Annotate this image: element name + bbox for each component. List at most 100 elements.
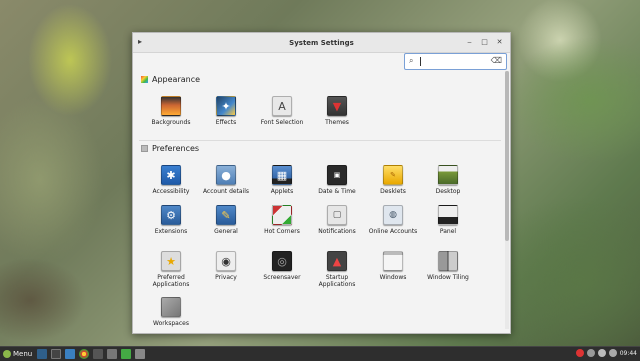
- item-label: Workspaces: [153, 320, 189, 327]
- hot-corners-icon: [272, 205, 292, 225]
- settings-item-notifications[interactable]: ▢ Notifications: [309, 205, 365, 235]
- download-icon[interactable]: [107, 349, 118, 359]
- settings-item-themes[interactable]: ▼ Themes: [309, 96, 365, 126]
- clear-search-icon[interactable]: ⌫: [491, 56, 502, 65]
- search-input[interactable]: ⌕ ⌫: [404, 53, 507, 70]
- item-label: Windows: [379, 274, 407, 281]
- settings-item-applets[interactable]: ▦ Applets: [254, 165, 310, 195]
- section-title: Preferences: [152, 144, 200, 153]
- settings-item-hot-corners[interactable]: Hot Corners: [254, 205, 310, 235]
- section-appearance: Appearance: [141, 75, 200, 84]
- settings-item-desktop[interactable]: Desktop: [420, 165, 476, 195]
- screensaver-icon: ◎: [272, 251, 292, 271]
- item-label: Font Selection: [260, 119, 304, 126]
- item-label: Backgrounds: [151, 119, 191, 126]
- scrollbar[interactable]: [505, 71, 509, 329]
- settings-item-extensions[interactable]: ⚙ Extensions: [143, 205, 199, 235]
- item-label: Applets: [270, 188, 294, 195]
- settings-item-effects[interactable]: ✦ Effects: [198, 96, 254, 126]
- browser-icon[interactable]: [79, 349, 90, 359]
- text-cursor: [420, 57, 421, 66]
- accessibility-icon: ✱: [161, 165, 181, 185]
- backgrounds-icon: [161, 96, 181, 116]
- item-label: Online Accounts: [368, 228, 418, 235]
- volume-icon[interactable]: [597, 349, 606, 357]
- desklets-icon: ✎: [383, 165, 403, 185]
- item-label: Themes: [325, 119, 349, 126]
- taskbar: Menu 09:44: [0, 346, 640, 361]
- item-label: Accessibility: [152, 188, 190, 195]
- settings-item-desklets[interactable]: ✎ Desklets: [365, 165, 421, 195]
- menu-button[interactable]: Menu: [0, 350, 35, 358]
- section-preferences: Preferences: [141, 144, 199, 153]
- settings-item-workspaces[interactable]: Workspaces: [143, 297, 199, 327]
- account-details-icon: ●: [216, 165, 236, 185]
- item-label: Effects: [215, 119, 237, 126]
- item-label: Startup Applications: [318, 274, 356, 288]
- panel-icon: [438, 205, 458, 225]
- window-titlebar[interactable]: ▸ System Settings ‒ □ ✕: [133, 33, 510, 53]
- settings-item-online-accounts[interactable]: ◍ Online Accounts: [365, 205, 421, 235]
- item-label: General: [214, 228, 238, 235]
- settings-item-preferred-applications[interactable]: ★ Preferred Applications: [143, 251, 199, 288]
- close-button[interactable]: ✕: [493, 36, 506, 49]
- date-time-icon: ▣: [327, 165, 347, 185]
- online-accounts-icon: ◍: [383, 205, 403, 225]
- settings-item-startup-applications[interactable]: ▲ Startup Applications: [309, 251, 365, 288]
- settings-item-windows[interactable]: Windows: [365, 251, 421, 281]
- settings-item-date-time[interactable]: ▣ Date & Time: [309, 165, 365, 195]
- settings-item-screensaver[interactable]: ◎ Screensaver: [254, 251, 310, 281]
- scrollbar-thumb[interactable]: [505, 71, 509, 241]
- item-label: Extensions: [154, 228, 188, 235]
- window-list-icon[interactable]: [93, 349, 104, 359]
- settings-item-panel[interactable]: Panel: [420, 205, 476, 235]
- clock[interactable]: 09:44: [620, 350, 637, 357]
- general-icon: ✎: [216, 205, 236, 225]
- section-divider: [139, 140, 501, 141]
- preferred-applications-icon: ★: [161, 251, 181, 271]
- item-label: Hot Corners: [264, 228, 300, 235]
- settings-item-font-selection[interactable]: A Font Selection: [254, 96, 310, 126]
- settings-item-window-tiling[interactable]: Window Tiling: [420, 251, 476, 281]
- appearance-icon: [141, 76, 148, 83]
- settings-item-accessibility[interactable]: ✱ Accessibility: [143, 165, 199, 195]
- network-icon[interactable]: [586, 349, 595, 357]
- item-label: Desklets: [380, 188, 406, 195]
- item-label: Privacy: [215, 274, 237, 281]
- section-title: Appearance: [152, 75, 201, 84]
- item-label: Preferred Applications: [152, 274, 190, 288]
- update-icon[interactable]: [575, 349, 584, 357]
- maximize-button[interactable]: □: [478, 36, 491, 49]
- app-icon[interactable]: [121, 349, 132, 359]
- menu-label: Menu: [13, 350, 33, 358]
- show-desktop-icon[interactable]: [37, 349, 48, 359]
- window-menu-icon[interactable]: ▸: [138, 37, 142, 46]
- battery-icon[interactable]: [608, 349, 617, 357]
- settings-item-general[interactable]: ✎ General: [198, 205, 254, 235]
- item-label: Screensaver: [263, 274, 301, 281]
- privacy-icon: ◉: [216, 251, 236, 271]
- item-label: Date & Time: [318, 188, 356, 195]
- system-tray: 09:44: [575, 349, 637, 357]
- system-settings-window: ▸ System Settings ‒ □ ✕ ⌕ ⌫ Appearance B…: [132, 32, 511, 334]
- item-label: Window Tiling: [427, 274, 469, 281]
- item-label: Desktop: [435, 188, 461, 195]
- windows-icon: [383, 251, 403, 271]
- mint-logo-icon: [3, 350, 11, 358]
- startup-applications-icon: ▲: [327, 251, 347, 271]
- notifications-icon: ▢: [327, 205, 347, 225]
- settings-item-account-details[interactable]: ● Account details: [198, 165, 254, 195]
- extensions-icon: ⚙: [161, 205, 181, 225]
- settings-taskbar-icon[interactable]: [135, 349, 146, 359]
- settings-item-backgrounds[interactable]: Backgrounds: [143, 96, 199, 126]
- terminal-icon[interactable]: [51, 349, 62, 359]
- files-icon[interactable]: [65, 349, 76, 359]
- search-icon: ⌕: [409, 56, 414, 65]
- workspaces-icon: [161, 297, 181, 317]
- minimize-button[interactable]: ‒: [463, 36, 476, 49]
- effects-icon: ✦: [216, 96, 236, 116]
- settings-item-privacy[interactable]: ◉ Privacy: [198, 251, 254, 281]
- preferences-icon: [141, 145, 148, 152]
- item-label: Panel: [439, 228, 457, 235]
- item-label: Notifications: [318, 228, 356, 235]
